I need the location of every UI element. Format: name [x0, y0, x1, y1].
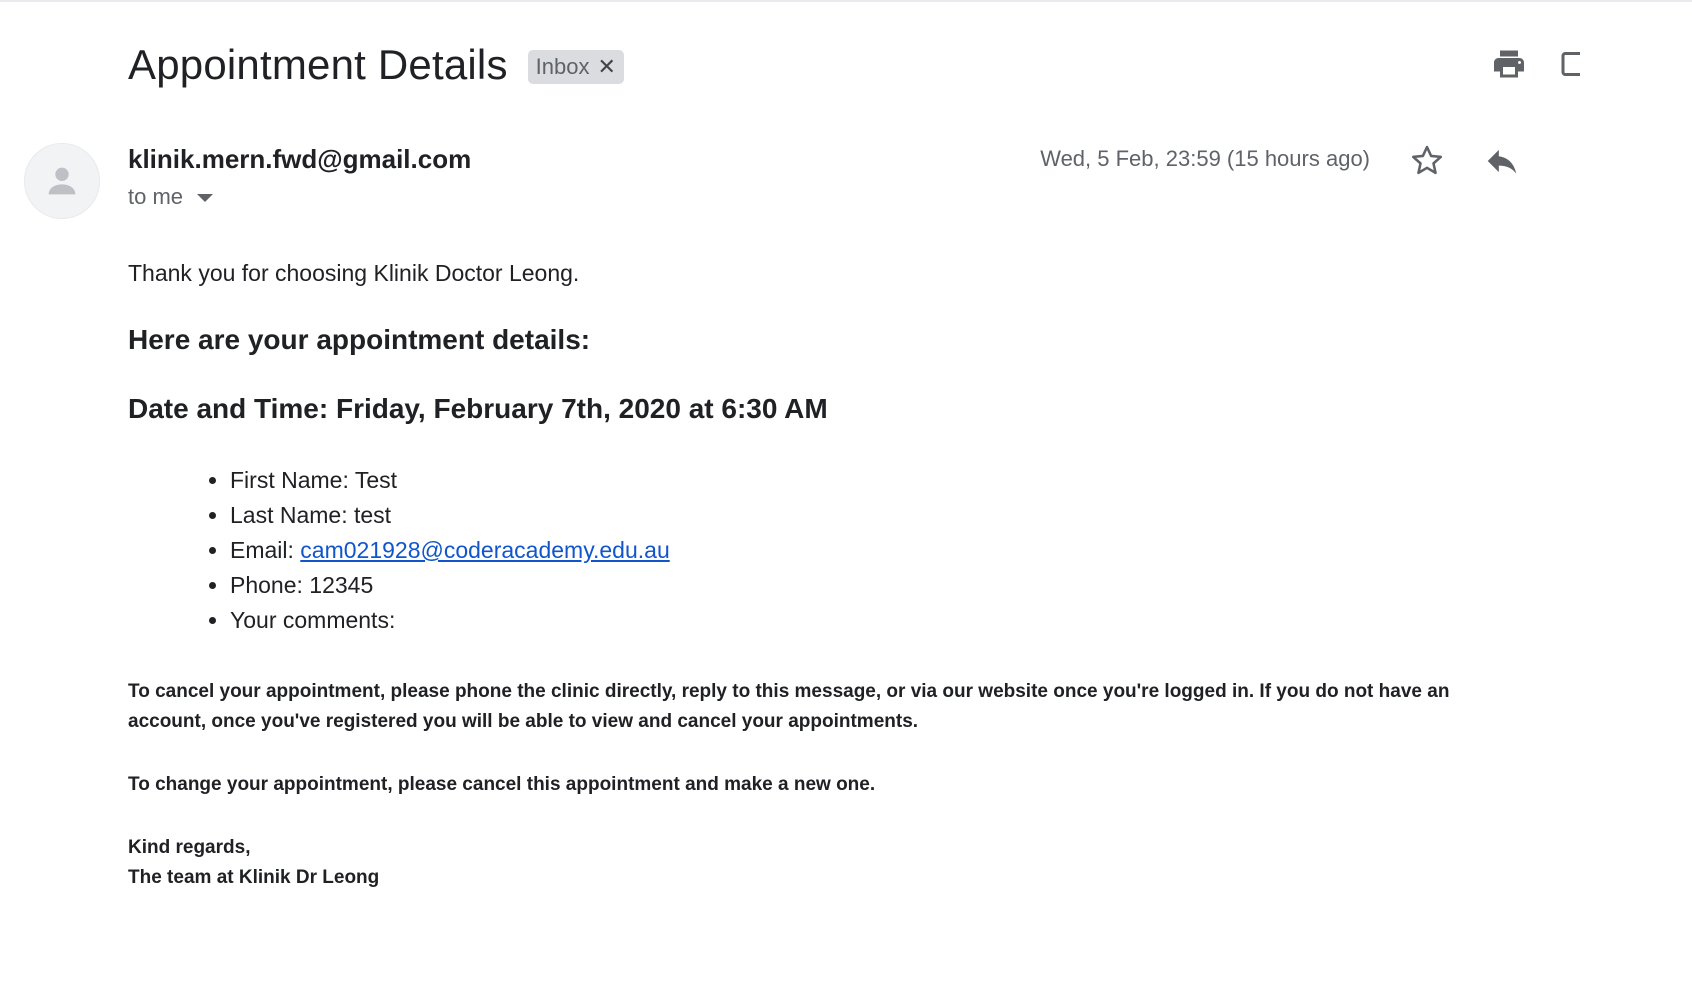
person-icon: [48, 167, 76, 195]
recipient-details-toggle[interactable]: to me: [128, 184, 214, 210]
top-divider: [0, 0, 1692, 2]
print-button[interactable]: [1491, 46, 1527, 82]
email-label: Email:: [230, 537, 301, 563]
star-icon: [1411, 145, 1443, 175]
close-icon[interactable]: ✕: [598, 54, 616, 80]
details-heading: Here are your appointment details:: [128, 324, 591, 355]
list-item-last-name: Last Name: test: [230, 498, 1528, 533]
details-list: First Name: Test Last Name: test Email: …: [128, 463, 1528, 638]
reply-button[interactable]: [1482, 142, 1522, 180]
open-in-new-window-icon: [1561, 52, 1580, 76]
datetime-heading: Date and Time: Friday, February 7th, 202…: [128, 393, 828, 424]
subject-row: Appointment Details Inbox ✕: [128, 38, 624, 92]
avatar: [24, 143, 100, 219]
label-chip-text: Inbox: [535, 54, 590, 79]
email-link[interactable]: cam021928@coderacademy.edu.au: [300, 537, 669, 563]
cancel-instructions: To cancel your appointment, please phone…: [128, 681, 1450, 732]
greeting-text: Thank you for choosing Klinik Doctor Leo…: [128, 260, 580, 286]
list-item-email: Email: cam021928@coderacademy.edu.au: [230, 533, 1528, 568]
list-item-first-name: First Name: Test: [230, 463, 1528, 498]
list-item-phone: Phone: 12345: [230, 568, 1528, 603]
open-in-new-window-button[interactable]: [1560, 46, 1580, 82]
chevron-down-icon: [197, 194, 214, 202]
list-item-comments: Your comments:: [230, 603, 1528, 638]
email-subject: Appointment Details: [128, 41, 508, 88]
reply-icon: [1487, 149, 1517, 174]
change-instructions: To change your appointment, please cance…: [128, 774, 876, 795]
sender-address: klinik.mern.fwd@gmail.com: [128, 144, 472, 174]
print-icon: [1494, 50, 1524, 78]
recipient-text: to me: [128, 184, 184, 209]
email-body: Thank you for choosing Klinik Doctor Leo…: [128, 258, 1528, 893]
inbox-label-chip[interactable]: Inbox ✕: [527, 50, 624, 84]
star-button[interactable]: [1408, 142, 1446, 180]
signature-text: The team at Klinik Dr Leong: [128, 867, 380, 888]
email-date: Wed, 5 Feb, 23:59 (15 hours ago): [1040, 146, 1370, 171]
signoff-text: Kind regards,: [128, 837, 251, 858]
